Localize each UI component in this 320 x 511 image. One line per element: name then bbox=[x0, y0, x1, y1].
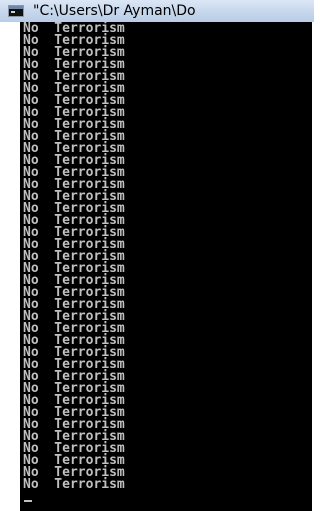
text-cursor bbox=[24, 500, 32, 502]
console-window: "C:\Users\Dr Ayman\Do No Terrorism No Ter… bbox=[0, 0, 314, 511]
console-line: No Terrorism bbox=[23, 477, 125, 492]
window-title: "C:\Users\Dr Ayman\Do bbox=[33, 3, 196, 19]
window-frame-left bbox=[0, 22, 20, 511]
console-icon[interactable] bbox=[8, 5, 24, 17]
title-bar[interactable]: "C:\Users\Dr Ayman\Do bbox=[0, 0, 314, 22]
console-output-area[interactable]: No Terrorism No Terrorism No Terrorism No T… bbox=[20, 22, 312, 511]
console-lines: No Terrorism No Terrorism No Terrorism No T… bbox=[23, 22, 125, 492]
